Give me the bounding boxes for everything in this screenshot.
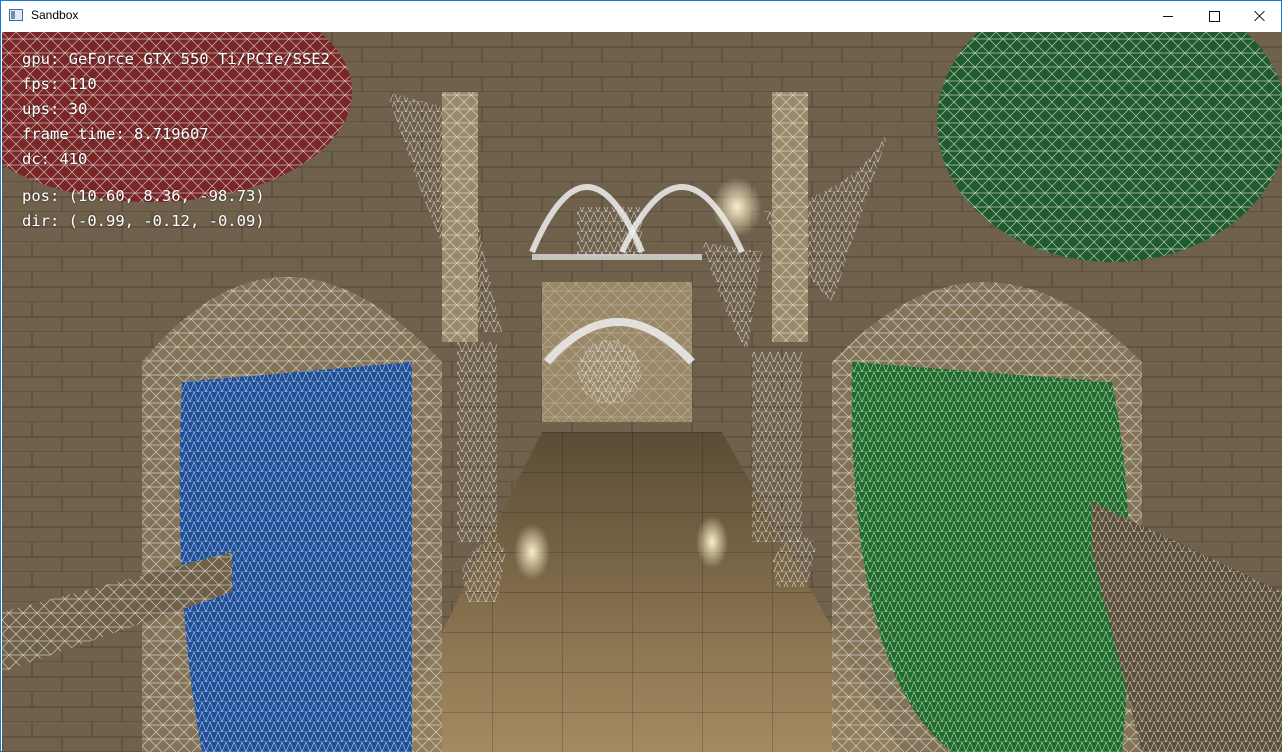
window-title: Sandbox [31,8,79,22]
minimize-icon [1163,15,1173,17]
close-icon [1254,10,1266,22]
maximize-icon [1208,10,1220,22]
close-button[interactable] [1237,1,1282,31]
ups-readout: ups: 30 [22,100,88,118]
frame-time-readout: frame time: 8.719607 [22,125,209,143]
app-icon [9,9,23,21]
hud-spacer [22,172,330,184]
minimize-button[interactable] [1145,1,1191,31]
debug-overlay: gpu: GeForce GTX 550 Ti/PCIe/SSE2 fps: 1… [22,47,330,234]
camera-direction-readout: dir: (-0.99, -0.12, -0.09) [22,212,265,230]
camera-position-readout: pos: (10.60, 8.36, -98.73) [22,187,265,205]
draw-calls-readout: dc: 410 [22,150,88,168]
app-window: Sandbox gpu: GeForce GTX 550 Ti/PCIe/SSE… [0,0,1282,752]
maximize-button[interactable] [1191,1,1237,31]
title-bar[interactable]: Sandbox [1,1,1281,31]
render-viewport[interactable]: gpu: GeForce GTX 550 Ti/PCIe/SSE2 fps: 1… [2,32,1282,752]
fps-readout: fps: 110 [22,75,97,93]
gpu-readout: gpu: GeForce GTX 550 Ti/PCIe/SSE2 [22,50,330,68]
